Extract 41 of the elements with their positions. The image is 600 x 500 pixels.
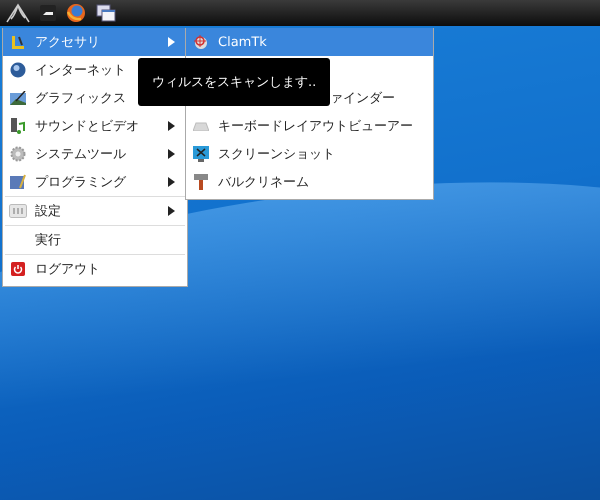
- submenu-item-label: スクリーンショット: [218, 146, 336, 163]
- windows-icon[interactable]: [96, 4, 116, 22]
- ruler-pencil-icon: [10, 34, 26, 50]
- tooltip: ウィルスをスキャンします..: [138, 58, 330, 106]
- menu-item[interactable]: アクセサリ: [3, 28, 187, 56]
- power-icon: [11, 262, 25, 276]
- keyboard-icon: [193, 121, 209, 131]
- menu-item-label: アクセサリ: [35, 34, 101, 51]
- logo-icon[interactable]: [6, 3, 30, 23]
- globe-icon[interactable]: [66, 3, 86, 23]
- menu-item[interactable]: 設定: [3, 197, 187, 225]
- menu-item-label: システムツール: [35, 146, 127, 163]
- globe-icon: [10, 62, 26, 78]
- menu-item-label: インターネット: [35, 62, 127, 79]
- menu-item-label: ログアウト: [35, 261, 101, 278]
- menu-item[interactable]: ログアウト: [3, 255, 187, 283]
- menu-item-label: 実行: [35, 232, 62, 249]
- menu-item-label: プログラミング: [35, 174, 128, 191]
- menu-item-label: サウンドとビデオ: [35, 118, 140, 135]
- submenu-item-label: キーボードレイアウトビューアー: [218, 118, 414, 135]
- submenu-item[interactable]: スクリーンショット: [186, 140, 433, 168]
- submenu-item[interactable]: キーボードレイアウトビューアー: [186, 112, 433, 140]
- submenu-item-label: バルクリネーム: [218, 174, 310, 191]
- submenu-item-label: ClamTk: [218, 34, 268, 50]
- picture-icon: [10, 91, 26, 105]
- pencil-sheet-icon: [10, 174, 26, 190]
- switches-icon: [9, 204, 27, 218]
- gear-icon: [10, 146, 26, 162]
- hammer-icon: [194, 174, 208, 190]
- menu-item[interactable]: サウンドとビデオ: [3, 112, 187, 140]
- scan-target-icon: [193, 34, 209, 50]
- submenu-item[interactable]: バルクリネーム: [186, 168, 433, 196]
- menu-item[interactable]: プログラミング: [3, 168, 187, 196]
- menu-item-label: 設定: [35, 203, 62, 220]
- music-film-icon: [10, 118, 26, 134]
- menu-item[interactable]: 実行: [3, 226, 187, 254]
- monitor-scissors-icon: [193, 146, 209, 162]
- box-icon[interactable]: [40, 5, 56, 21]
- menu-item[interactable]: システムツール: [3, 140, 187, 168]
- menu-item-label: グラフィックス: [35, 90, 127, 107]
- submenu-item[interactable]: ClamTk: [186, 28, 433, 56]
